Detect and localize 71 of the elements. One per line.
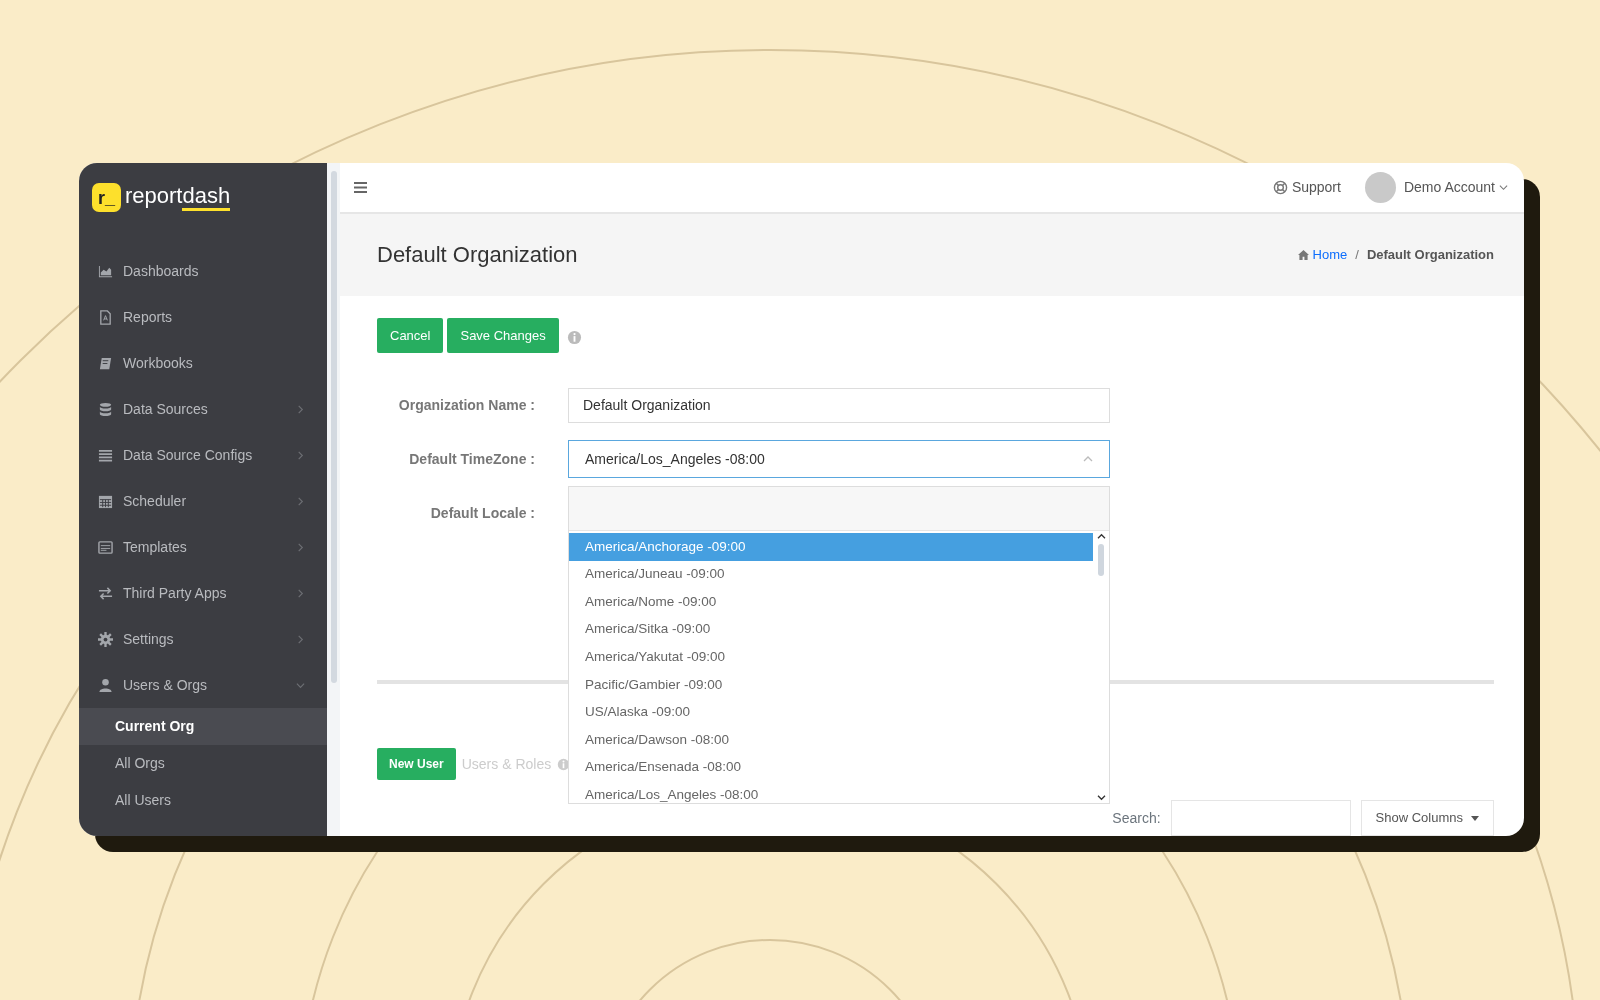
logo-mark: r_ <box>92 183 121 212</box>
sidebar-item[interactable]: Dashboards <box>79 248 327 294</box>
sidebar-subitem[interactable]: Current Org <box>79 708 327 745</box>
scrollbar-thumb[interactable] <box>330 171 337 683</box>
support-label: Support <box>1291 178 1341 198</box>
sidebar-subitem[interactable]: All Users <box>79 782 327 819</box>
text-field[interactable]: Default Organization <box>568 387 1110 423</box>
document-icon <box>98 309 113 325</box>
caret-icon <box>1499 183 1508 193</box>
calendar-icon <box>98 493 113 509</box>
field-label: Default TimeZone : <box>408 449 535 469</box>
select-value: America/Los_Angeles -08:00 <box>585 449 765 469</box>
chevron-right-icon <box>296 496 305 506</box>
logo-text: reportdash <box>125 183 231 209</box>
search-label: Search: <box>1112 808 1161 828</box>
sidebar-subitem[interactable]: All Orgs <box>79 745 327 782</box>
dropdown-option[interactable]: America/Dawson -08:00 <box>569 726 1093 754</box>
avatar <box>1364 172 1396 204</box>
chevron-down-icon <box>296 680 305 690</box>
sidebar-item[interactable]: Data Sources <box>79 386 327 432</box>
dropdown-option[interactable]: America/Sitka -09:00 <box>569 615 1093 644</box>
field-label: Organization Name : <box>397 395 535 415</box>
dropdown-option[interactable]: America/Juneau -09:00 <box>569 560 1093 589</box>
chevron-up-icon <box>1096 533 1106 540</box>
sidebar-item[interactable]: Reports <box>79 294 327 340</box>
search-field[interactable] <box>1170 800 1351 836</box>
breadcrumb-link[interactable]: Home <box>1297 245 1348 265</box>
sidebar-item[interactable]: Settings <box>79 616 327 662</box>
list-icon <box>98 447 113 463</box>
caret-icon <box>1471 815 1479 821</box>
info-icon <box>566 330 582 345</box>
dropdown-option[interactable]: US/Alaska -09:00 <box>569 698 1093 727</box>
chevron-right-icon <box>296 404 305 414</box>
scrollbar-thumb[interactable] <box>1098 544 1104 576</box>
scrollbar[interactable] <box>327 163 340 836</box>
dropdown-search-field[interactable] <box>569 487 1109 531</box>
chevron-right-icon <box>296 542 305 552</box>
gear-icon <box>98 631 113 647</box>
home-icon <box>1297 250 1309 261</box>
select-field[interactable]: America/Los_Angeles -08:00 <box>568 440 1110 478</box>
dropdown-option[interactable]: America/Ensenada -08:00 <box>569 753 1093 782</box>
chevron-up-icon <box>1083 454 1093 464</box>
book-icon <box>98 355 113 371</box>
arrows-icon <box>98 585 113 601</box>
show-columns-button[interactable]: Show Columns <box>1360 800 1494 836</box>
chevron-right-icon <box>296 634 305 644</box>
page-title: Default Organization <box>377 241 578 269</box>
card-icon <box>98 539 113 555</box>
dropdown-option[interactable]: America/Los_Angeles -08:00 <box>569 781 1093 803</box>
menu-icon <box>354 182 367 194</box>
dropdown-option[interactable]: Pacific/Gambier -09:00 <box>569 670 1093 699</box>
support-link[interactable]: Support <box>1272 177 1341 199</box>
chevron-down-icon <box>1096 794 1106 801</box>
breadcrumb-separator: / <box>1355 246 1359 265</box>
sidebar-item[interactable]: Scheduler <box>79 478 327 524</box>
chart-icon <box>98 263 113 279</box>
breadcrumb-current: Default Organization <box>1366 246 1494 265</box>
user-icon <box>98 677 113 693</box>
account-menu[interactable]: Demo Account <box>1364 172 1508 204</box>
field-label: Default Locale : <box>429 503 535 523</box>
dropdown-option[interactable]: America/Yakutat -09:00 <box>569 643 1093 671</box>
sidebar-item[interactable]: Users & Orgs <box>79 662 327 708</box>
lifebuoy-icon <box>1272 180 1288 196</box>
chevron-right-icon <box>296 450 305 460</box>
sidebar-item[interactable]: Third Party Apps <box>79 570 327 616</box>
sidebar-item[interactable]: Workbooks <box>79 340 327 386</box>
database-icon <box>98 401 113 417</box>
dropdown-option[interactable]: America/Nome -09:00 <box>569 588 1093 616</box>
sidebar-item[interactable]: Data Source Configs <box>79 432 327 478</box>
chevron-right-icon <box>296 588 305 598</box>
sidebar-item[interactable]: Templates <box>79 524 327 570</box>
